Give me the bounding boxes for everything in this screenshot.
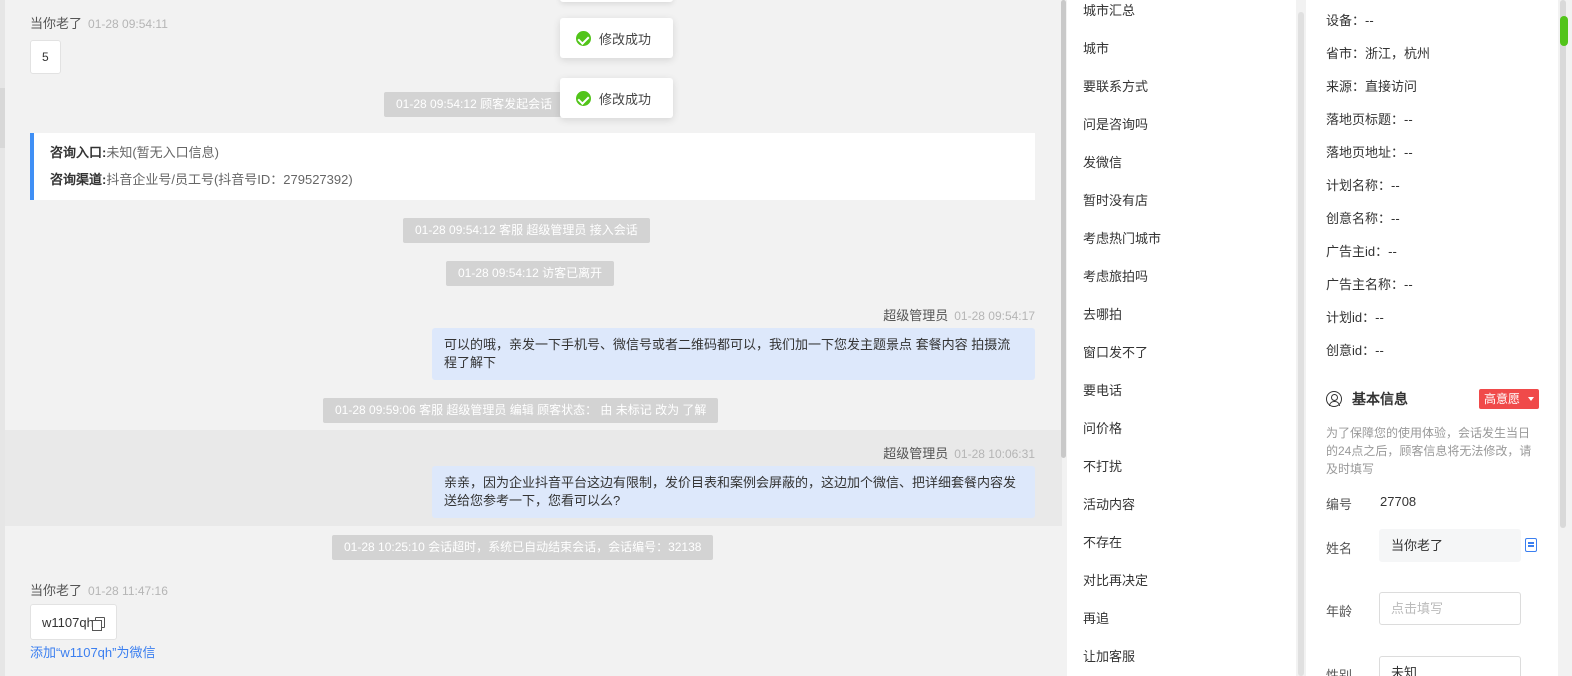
visitor-message-header: 当你老了 01-28 11:47:16	[30, 580, 168, 599]
quick-reply-item[interactable]: 对比再决定	[1083, 570, 1148, 589]
chat-scrollbar[interactable]	[1061, 0, 1066, 458]
visitor-message-bubble: 5	[30, 40, 61, 74]
quick-reply-item[interactable]: 要电话	[1083, 380, 1122, 399]
info-plan-name: 计划名称：--	[1326, 178, 1400, 193]
customer-info-panel: 设备：-- 省市：浙江，杭州 来源：直接访问 落地页标题：-- 落地页地址：--…	[1306, 0, 1558, 676]
visitor-message-bubble: w1107qh	[30, 604, 117, 640]
gender-select[interactable]: 未知	[1379, 656, 1521, 676]
info-creative-name: 创意名称：--	[1326, 211, 1400, 226]
system-message-leave: 01-28 09:54:12 访客已离开	[446, 261, 615, 286]
agent-message-header: 超级管理员 01-28 09:54:17	[883, 305, 1035, 324]
sender-name: 当你老了	[30, 583, 83, 598]
info-advertiser-name: 广告主名称：--	[1326, 277, 1413, 292]
consult-channel-label: 咨询渠道:	[50, 172, 107, 187]
quick-reply-item[interactable]: 暂时没有店	[1083, 190, 1148, 209]
quick-reply-item[interactable]: 让加客服	[1083, 646, 1135, 665]
quick-reply-item[interactable]: 要联系方式	[1083, 76, 1148, 95]
toast-partial	[560, 0, 673, 2]
quick-reply-item[interactable]: 窗口发不了	[1083, 342, 1148, 361]
info-landing-url: 落地页地址：--	[1326, 145, 1413, 160]
quick-reply-item[interactable]: 活动内容	[1083, 494, 1135, 513]
info-creative-id: 创意id：--	[1326, 343, 1384, 358]
success-toast: 修改成功	[560, 18, 673, 58]
consult-entry-label: 咨询入口:	[50, 145, 107, 160]
info-advertiser-id: 广告主id：--	[1326, 244, 1397, 259]
quick-reply-item[interactable]: 考虑热门城市	[1083, 228, 1161, 247]
toast-text: 修改成功	[599, 91, 652, 107]
consult-channel-value: 抖音企业号/员工号(抖音号ID：279527392)	[106, 172, 353, 187]
info-source: 来源：直接访问	[1326, 79, 1418, 94]
name-label: 姓名	[1326, 541, 1353, 556]
quick-reply-item[interactable]: 城市汇总	[1083, 0, 1135, 19]
quick-reply-item[interactable]: 再追	[1083, 608, 1109, 627]
id-label: 编号	[1326, 497, 1353, 512]
age-label: 年龄	[1326, 604, 1353, 619]
info-plan-id: 计划id：--	[1326, 310, 1384, 325]
consult-info-card: 咨询入口:未知(暂无入口信息) 咨询渠道:抖音企业号/员工号(抖音号ID：279…	[30, 133, 1035, 200]
quick-reply-item[interactable]: 问价格	[1083, 418, 1122, 437]
panel-scrollbar[interactable]	[1560, 0, 1566, 528]
agent-message-bubble: 可以的哦，亲发一下手机号、微信号或者二维码都可以，我们加一下您发主题景点 套餐内…	[432, 328, 1035, 380]
sender-name: 当你老了	[30, 16, 83, 31]
quick-reply-item[interactable]: 考虑旅拍吗	[1083, 266, 1148, 285]
info-region: 省市：浙江，杭州	[1326, 46, 1431, 61]
quick-reply-scrollbar[interactable]	[1298, 12, 1304, 676]
copy-icon[interactable]	[1525, 538, 1537, 552]
message-time: 01-28 11:47:16	[88, 584, 168, 598]
info-landing-title: 落地页标题：--	[1326, 112, 1413, 127]
system-message-end: 01-28 10:25:10 会话超时，系统已自动结束会话，会话编号：32138	[332, 535, 714, 560]
add-wechat-link[interactable]: 添加“w1107qh”为微信	[30, 642, 155, 661]
quick-reply-item[interactable]: 去哪拍	[1083, 304, 1122, 323]
message-text: 5	[42, 50, 49, 64]
online-indicator	[1560, 16, 1568, 46]
user-circle-icon	[1326, 391, 1342, 407]
chat-panel: 当你老了 01-28 09:54:11 5 01-28 09:54:12 顾客发起…	[5, 0, 1062, 676]
id-value: 27708	[1380, 494, 1417, 509]
consult-entry-value: 未知(暂无入口信息)	[106, 145, 220, 160]
name-field[interactable]: 当你老了	[1379, 529, 1521, 562]
quick-reply-item[interactable]: 不打扰	[1083, 456, 1122, 475]
system-message-join: 01-28 09:54:12 客服 超级管理员 接入会话	[403, 218, 650, 243]
message-time: 01-28 09:54:17	[954, 309, 1035, 323]
age-field[interactable]: 点击填写	[1379, 592, 1521, 625]
quick-reply-item[interactable]: 不存在	[1083, 532, 1122, 551]
message-time: 01-28 09:54:11	[88, 17, 168, 31]
edit-notice: 为了保障您的使用体验，会话发生当日的24点之后，顾客信息将无法修改，请及时填写	[1326, 426, 1532, 476]
toast-text: 修改成功	[599, 31, 652, 47]
quick-reply-item[interactable]: 发微信	[1083, 152, 1122, 171]
system-message-edit: 01-28 09:59:06 客服 超级管理员 编辑 顾客状态： 由 未标记 改…	[323, 398, 719, 423]
basic-info-title: 基本信息	[1326, 389, 1408, 409]
system-message-start: 01-28 09:54:12 顾客发起会话	[384, 92, 565, 117]
check-circle-icon	[576, 90, 591, 106]
info-device: 设备：--	[1326, 13, 1374, 28]
message-text: w1107qh	[42, 614, 94, 630]
agent-message-header: 超级管理员 01-28 10:06:31	[883, 443, 1035, 462]
agent-name: 超级管理员	[883, 446, 949, 461]
visitor-message-header: 当你老了 01-28 09:54:11	[30, 13, 168, 32]
agent-name: 超级管理员	[883, 308, 949, 323]
caret-down-icon	[1528, 397, 1534, 401]
copy-icon[interactable]	[91, 616, 105, 631]
intent-tag-dropdown[interactable]: 高意愿	[1479, 389, 1539, 409]
success-toast: 修改成功	[560, 78, 673, 118]
quick-reply-list: 城市汇总 城市 要联系方式 问是咨询吗 发微信 暂时没有店 考虑热门城市 考虑旅…	[1067, 0, 1296, 676]
quick-reply-item[interactable]: 问是咨询吗	[1083, 114, 1148, 133]
agent-message-bubble: 亲亲，因为企业抖音平台这边有限制，发价目表和案例会屏蔽的，这边加个微信、把详细套…	[432, 466, 1035, 518]
gender-label: 性别	[1326, 668, 1353, 676]
quick-reply-item[interactable]: 城市	[1083, 38, 1109, 57]
check-circle-icon	[576, 30, 591, 46]
message-time: 01-28 10:06:31	[954, 447, 1035, 461]
